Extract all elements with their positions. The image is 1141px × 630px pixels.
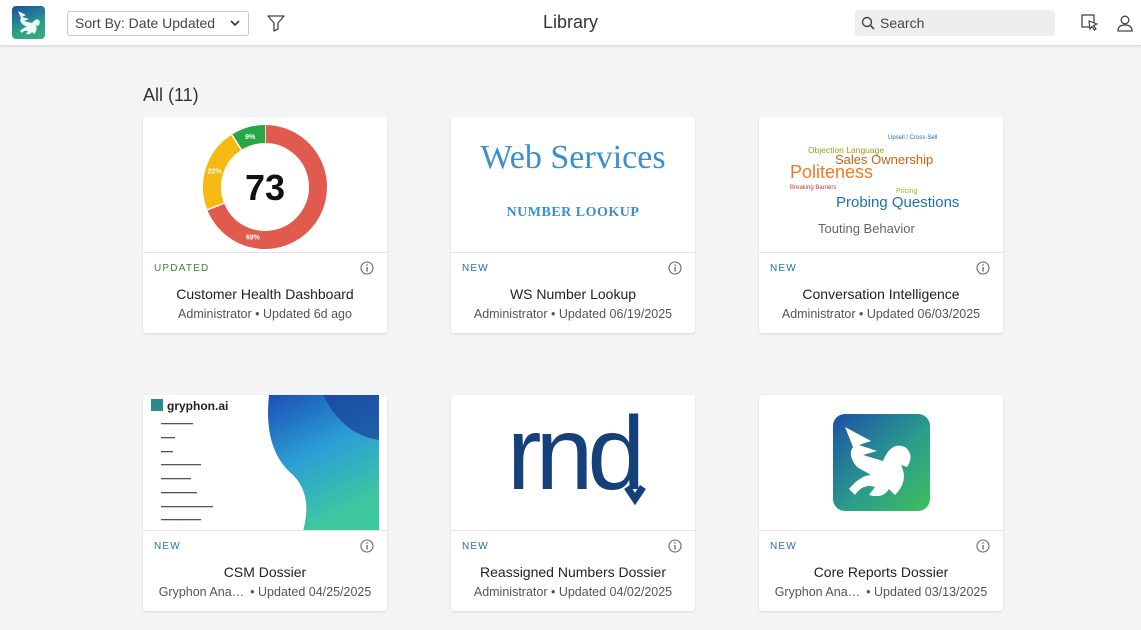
card-updated: Updated 6d ago	[263, 307, 352, 321]
card-thumbnail: Upsell / Cross-Sell Objection Language S…	[759, 117, 1003, 253]
card-owner: Administrator	[178, 307, 252, 321]
info-icon[interactable]	[976, 261, 990, 275]
card-meta: Gryphon Anal… • Updated 03/13/2025	[774, 585, 988, 599]
card-meta: Administrator • Updated 04/02/2025	[473, 585, 673, 599]
card-updated: Updated 06/19/2025	[558, 307, 673, 321]
card-updated: Updated 06/03/2025	[866, 307, 981, 321]
card-ws-number-lookup[interactable]: Web Services NUMBER LOOKUP NEW WS Number…	[451, 117, 695, 333]
card-updated: Updated 04/25/2025	[258, 585, 372, 599]
card-owner: Administrator	[473, 585, 548, 599]
card-updated: Updated 03/13/2025	[874, 585, 988, 599]
top-bar: Sort By: Date Updated Library Search	[0, 0, 1141, 46]
card-owner: Administrator	[473, 307, 548, 321]
thumb-subline: NUMBER LOOKUP	[506, 205, 640, 220]
card-title: Conversation Intelligence	[802, 286, 960, 302]
card-reassigned-numbers-dossier[interactable]: rnd NEW Reassigned Numbers Dossier Admin…	[451, 395, 695, 611]
word-cloud-word: Upsell / Cross-Sell	[888, 135, 938, 141]
donut-data-label: 22%	[208, 169, 223, 176]
card-title: CSM Dossier	[223, 564, 307, 580]
search-input[interactable]: Search	[855, 10, 1055, 36]
card-thumbnail: Web Services NUMBER LOOKUP	[451, 117, 695, 253]
card-thumbnail: 69% 22% 9% 73	[143, 117, 387, 253]
card-csm-dossier[interactable]: gryphon.ai NEW CSM Dossier Gryphon Anal……	[143, 395, 387, 611]
info-icon[interactable]	[668, 539, 682, 553]
card-conversation-intelligence[interactable]: Upsell / Cross-Sell Objection Language S…	[759, 117, 1003, 333]
donut-center-score: 73	[245, 167, 285, 208]
card-updated: Updated 04/02/2025	[558, 585, 673, 599]
card-meta: Administrator • Updated 06/19/2025	[473, 307, 673, 321]
card-title: Customer Health Dashboard	[176, 286, 354, 302]
word-cloud-word: Breaking Barriers	[790, 185, 837, 191]
status-badge: NEW	[462, 541, 489, 552]
select-cursor-icon[interactable]	[1080, 13, 1100, 33]
card-title: Reassigned Numbers Dossier	[480, 564, 666, 580]
return-arrow-icon	[624, 485, 646, 506]
thumb-headline: Web Services	[480, 139, 666, 176]
card-meta: Administrator • Updated 6d ago	[178, 307, 352, 321]
info-icon[interactable]	[360, 539, 374, 553]
word-cloud-word: Touting Behavior	[818, 221, 915, 236]
section-title: All (11)	[143, 85, 199, 105]
score-donut-chart: 69% 22% 9% 73	[203, 125, 327, 249]
card-core-reports-dossier[interactable]: NEW Core Reports Dossier Gryphon Anal… •…	[759, 395, 1003, 611]
card-customer-health-dashboard[interactable]: 69% 22% 9% 73 UPDATED Customer Health Dashb…	[143, 117, 387, 333]
user-icon[interactable]	[1115, 13, 1135, 33]
card-thumbnail: gryphon.ai	[143, 395, 387, 531]
status-badge: NEW	[154, 541, 181, 552]
search-icon	[861, 16, 875, 30]
info-icon[interactable]	[360, 261, 374, 275]
info-icon[interactable]	[976, 539, 990, 553]
card-owner: Gryphon Anal…	[158, 585, 247, 599]
card-thumbnail	[759, 395, 1003, 531]
csm-brand-text: gryphon.ai	[167, 399, 229, 413]
word-cloud-word: Politeness	[790, 162, 874, 182]
card-owner: Gryphon Anal…	[774, 585, 863, 599]
word-cloud-word: Probing Questions	[836, 194, 960, 211]
card-meta: Gryphon Anal… • Updated 04/25/2025	[158, 585, 372, 599]
card-title: WS Number Lookup	[509, 286, 637, 302]
status-badge: UPDATED	[154, 263, 210, 274]
donut-data-label: 9%	[245, 134, 256, 141]
csm-cover-art	[143, 395, 387, 530]
search-placeholder: Search	[880, 15, 925, 31]
donut-data-label: 69%	[246, 235, 261, 242]
card-meta: Administrator • Updated 06/03/2025	[781, 307, 981, 321]
card-owner: Administrator	[781, 307, 856, 321]
card-title: Core Reports Dossier	[813, 564, 949, 580]
status-badge: NEW	[770, 263, 797, 274]
card-thumbnail: rnd	[451, 395, 695, 531]
gryphon-logo-icon	[833, 414, 930, 511]
status-badge: NEW	[770, 541, 797, 552]
status-badge: NEW	[462, 263, 489, 274]
info-icon[interactable]	[668, 261, 682, 275]
